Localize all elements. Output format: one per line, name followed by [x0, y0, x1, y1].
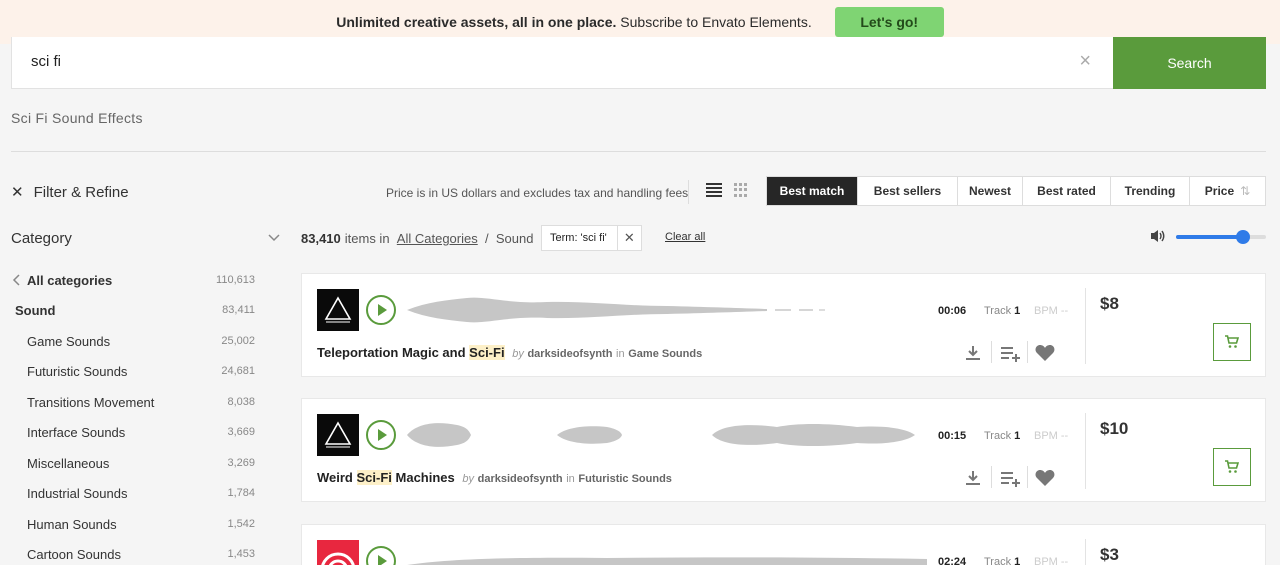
clear-search-icon[interactable]: × [1079, 51, 1091, 71]
list-item: 00:06 Track 1 BPM -- Teleportation Magic… [301, 273, 1266, 377]
item-price: $3 [1100, 545, 1119, 564]
item-price: $8 [1100, 294, 1119, 313]
waveform[interactable] [407, 543, 927, 565]
list-item: 02:24 Track 1 BPM -- $3 [301, 524, 1266, 565]
sidebar-item-transitions-movement[interactable]: Transitions Movement 8,038 [11, 392, 255, 412]
sidebar-item-human-sounds[interactable]: Human Sounds 1,542 [11, 514, 255, 534]
waveform[interactable] [407, 292, 927, 328]
clear-all-link[interactable]: Clear all [665, 231, 705, 243]
sort-price[interactable]: Price ⇅ [1190, 177, 1265, 205]
divider [991, 341, 992, 363]
divider [991, 466, 992, 488]
track-label: Track 1 [984, 430, 1021, 442]
divider [1085, 288, 1086, 364]
sidebar-item-futuristic-sounds[interactable]: Futuristic Sounds 24,681 [11, 361, 255, 381]
author-link[interactable]: darksideofsynth [478, 473, 563, 485]
item-thumbnail[interactable] [317, 540, 359, 565]
download-icon[interactable] [963, 343, 983, 363]
volume-slider-handle[interactable] [1235, 230, 1250, 244]
category-link[interactable]: Futuristic Sounds [578, 473, 672, 485]
item-title[interactable]: Weird Sci-Fi Machines by darksideofsynth… [317, 470, 672, 485]
search-value: sci fi [31, 53, 61, 70]
logo-icon [324, 421, 352, 448]
remove-term-icon[interactable]: ✕ [616, 226, 641, 250]
list-item: 00:15 Track 1 BPM -- Weird Sci-Fi Machin… [301, 398, 1266, 502]
play-button[interactable] [366, 546, 396, 565]
breadcrumb-sound: Sound [495, 231, 534, 246]
sort-tabs: Best match Best sellers Newest Best rate… [766, 176, 1266, 206]
divider [1085, 539, 1086, 565]
page-title: Sci Fi Sound Effects [11, 110, 143, 126]
item-title[interactable]: Teleportation Magic and Sci-Fi by darksi… [317, 345, 702, 360]
sort-best-rated[interactable]: Best rated [1023, 177, 1111, 205]
cart-icon [1225, 460, 1239, 473]
add-to-collection-icon[interactable] [999, 343, 1021, 363]
volume-slider[interactable] [1176, 235, 1266, 239]
waveform[interactable] [407, 417, 927, 453]
heart-icon[interactable] [1034, 343, 1056, 363]
search-button[interactable]: Search [1113, 37, 1266, 89]
volume-fill [1176, 235, 1243, 239]
sidebar-item-sound[interactable]: Sound 83,411 [11, 300, 255, 320]
divider [11, 151, 1266, 152]
sidebar-item-interface-sounds[interactable]: Interface Sounds 3,669 [11, 422, 255, 442]
sort-newest[interactable]: Newest [958, 177, 1023, 205]
track-label: Track 1 [984, 305, 1021, 317]
sort-best-sellers[interactable]: Best sellers [858, 177, 958, 205]
add-to-cart-button[interactable] [1213, 448, 1251, 486]
item-price: $10 [1100, 419, 1129, 438]
author-link[interactable]: darksideofsynth [527, 348, 612, 360]
add-to-collection-icon[interactable] [999, 468, 1021, 488]
play-button[interactable] [366, 420, 396, 450]
duration: 00:06 [938, 305, 967, 317]
download-icon[interactable] [963, 468, 983, 488]
category-link[interactable]: Game Sounds [628, 348, 702, 360]
item-thumbnail[interactable] [317, 289, 359, 331]
sidebar-item-industrial-sounds[interactable]: Industrial Sounds 1,784 [11, 483, 255, 503]
list-view-icon[interactable] [706, 183, 722, 197]
divider [1085, 413, 1086, 489]
volume-icon[interactable] [1150, 229, 1166, 243]
sidebar-item-all-categories[interactable]: All categories 110,613 [11, 270, 255, 290]
close-icon: ✕ [11, 184, 24, 201]
lets-go-button[interactable]: Let's go! [834, 7, 944, 37]
duration: 02:24 [938, 556, 967, 565]
sidebar-item-miscellaneous[interactable]: Miscellaneous 3,269 [11, 453, 255, 473]
chevron-down-icon[interactable] [268, 229, 280, 247]
divider [688, 180, 689, 204]
play-button[interactable] [366, 295, 396, 325]
sort-arrows-icon: ⇅ [1240, 184, 1251, 198]
grid-view-icon[interactable] [734, 183, 748, 197]
sort-trending[interactable]: Trending [1111, 177, 1190, 205]
sidebar-item-game-sounds[interactable]: Game Sounds 25,002 [11, 331, 255, 351]
sort-best-match[interactable]: Best match [767, 177, 858, 205]
bpm-label: BPM -- [1034, 430, 1069, 442]
category-title: Category [11, 230, 72, 247]
logo-icon [324, 296, 352, 323]
filter-refine-button[interactable]: ✕ Filter & Refine [11, 183, 129, 201]
sidebar-item-cartoon-sounds[interactable]: Cartoon Sounds 1,453 [11, 544, 255, 564]
term-chip: Term: 'sci fi' ✕ [541, 225, 642, 251]
chevron-left-icon [12, 274, 20, 286]
search-input[interactable]: sci fi × [11, 37, 1114, 89]
bpm-label: BPM -- [1034, 305, 1069, 317]
item-thumbnail[interactable] [317, 414, 359, 456]
add-to-cart-button[interactable] [1213, 323, 1251, 361]
banner-text: Unlimited creative assets, all in one pl… [336, 14, 812, 30]
track-label: Track 1 [984, 556, 1021, 565]
duration: 00:15 [938, 430, 967, 442]
logo-icon [321, 552, 355, 565]
bpm-label: BPM -- [1034, 556, 1069, 565]
heart-icon[interactable] [1034, 468, 1056, 488]
results-summary: 83,410 items in All Categories / Sound [301, 231, 534, 246]
price-note: Price is in US dollars and excludes tax … [386, 186, 689, 200]
cart-icon [1225, 335, 1239, 348]
divider [1027, 341, 1028, 363]
breadcrumb-all-categories[interactable]: All Categories [397, 231, 478, 246]
divider [1027, 466, 1028, 488]
